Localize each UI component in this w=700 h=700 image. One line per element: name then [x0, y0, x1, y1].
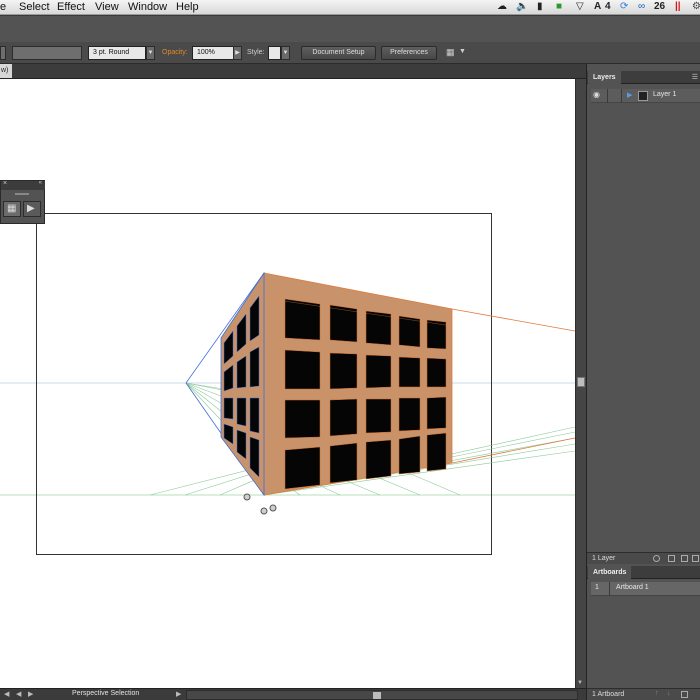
scroll-down-icon[interactable]: ▼: [577, 680, 583, 686]
style-swatch[interactable]: [268, 46, 281, 60]
control-bar: 3 pt. Round ▼ Opacity: 100% ▶ Style: ▼ D…: [0, 42, 700, 64]
next-artboard-icon[interactable]: ▶: [28, 690, 33, 698]
left-grid-widget: [243, 493, 251, 501]
layer-name[interactable]: Layer 1: [653, 91, 676, 98]
adobe-count: 4: [605, 1, 611, 12]
first-artboard-icon[interactable]: ◀: [4, 690, 9, 698]
perspective-widgets: [243, 493, 277, 515]
battery-icon[interactable]: ▮: [537, 1, 543, 12]
stroke-profile-label: 3 pt. Round: [93, 49, 130, 56]
document-tab-bar: w): [0, 64, 586, 79]
origin-widget: [260, 507, 268, 515]
column-divider: [607, 89, 608, 103]
menu-select[interactable]: Select: [19, 1, 50, 13]
adobe-icon[interactable]: A: [594, 1, 601, 12]
move-up-icon[interactable]: ↑: [655, 690, 659, 697]
illustrator-window: e Select Effect View Window Help ☁ 🔈 ▮ ■…: [0, 0, 700, 700]
status-bar: ◀ ◀ ▶ Perspective Selection ▶: [0, 688, 586, 700]
gear-icon[interactable]: ⚙: [692, 1, 700, 12]
layers-panel: ◉ ▶ Layer 1: [587, 85, 700, 551]
artboards-tab[interactable]: Artboards: [588, 566, 632, 579]
pause-icon[interactable]: ||: [675, 1, 681, 12]
perspective-floating-panel: × « ▦ ▶: [0, 180, 45, 224]
opacity-label[interactable]: Opacity:: [162, 49, 188, 56]
expand-triangle-icon[interactable]: ▶: [627, 91, 632, 99]
artboard-name[interactable]: Artboard 1: [616, 584, 649, 591]
new-sublayer-icon[interactable]: [681, 555, 688, 562]
layers-tab-bar: Layers ☰: [587, 71, 700, 84]
locate-object-icon[interactable]: [653, 555, 660, 562]
left-face-windows: [223, 295, 260, 478]
menu-edit[interactable]: e: [0, 1, 6, 13]
perspective-grid-tool-button[interactable]: ▦: [3, 201, 21, 217]
prev-artboard-icon[interactable]: ◀: [16, 690, 21, 698]
artboards-tab-bar: Artboards: [587, 566, 700, 579]
style-label: Style:: [247, 49, 265, 56]
document-tab[interactable]: w): [0, 64, 12, 78]
right-grid-widget: [269, 504, 277, 512]
layers-footer: 1 Layer: [587, 552, 700, 564]
artboards-footer: 1 Artboard ↑ ↓: [587, 688, 700, 700]
status-menu-icon[interactable]: ▶: [176, 690, 181, 698]
panel-gap: [0, 16, 700, 42]
column-divider: [621, 89, 622, 103]
wifi-icon[interactable]: ▽: [576, 1, 584, 12]
opacity-arrow-icon[interactable]: ▶: [233, 46, 242, 60]
evernote-icon[interactable]: ■: [556, 1, 562, 12]
visibility-eye-icon[interactable]: ◉: [593, 90, 600, 99]
variable-width-field[interactable]: [12, 46, 82, 60]
column-divider: [609, 582, 610, 596]
grip-icon: [15, 193, 29, 195]
brush-definition-field[interactable]: 3 pt. Round: [88, 46, 146, 60]
stroke-weight-field[interactable]: [0, 46, 6, 60]
chevron-down-icon[interactable]: ▼: [146, 46, 155, 60]
menu-view[interactable]: View: [95, 1, 119, 13]
artboards-panel: 1 Artboard 1: [587, 580, 700, 688]
new-artboard-icon[interactable]: [681, 691, 688, 698]
perspective-selection-tool-button[interactable]: ▶: [23, 201, 41, 217]
perspective-grid-icon: ▦: [7, 203, 17, 214]
dropbox-icon[interactable]: ☁: [497, 1, 507, 12]
horizontal-scrollbar[interactable]: [186, 690, 578, 700]
cc-count: 26: [654, 1, 666, 12]
layer-row[interactable]: ◉ ▶ Layer 1: [591, 89, 700, 103]
canvas[interactable]: × « ▦ ▶: [0, 79, 575, 688]
vertical-scroll-thumb[interactable]: [577, 377, 585, 387]
artwork: [0, 213, 575, 555]
document-tab-label: w): [1, 67, 9, 74]
layer-thumbnail: [638, 91, 648, 101]
style-arrow-icon[interactable]: ▼: [281, 46, 290, 60]
menu-window[interactable]: Window: [128, 1, 167, 13]
volume-icon[interactable]: 🔈: [516, 1, 528, 12]
menu-arrow-icon[interactable]: ▼: [459, 48, 466, 55]
menu-effect[interactable]: Effect: [57, 1, 85, 13]
perspective-selection-icon: ▶: [27, 203, 35, 214]
creative-cloud-icon[interactable]: ∞: [638, 1, 645, 12]
layer-count: 1 Layer: [592, 555, 616, 562]
current-tool-status[interactable]: Perspective Selection: [72, 690, 139, 697]
panel-dock: Layers ☰ ◉ ▶ Layer 1 1 Layer Artboards 1…: [586, 64, 700, 700]
close-icon[interactable]: ×: [3, 180, 7, 187]
panel-menu-icon[interactable]: ☰: [692, 73, 698, 81]
arrange-icon[interactable]: ▦: [446, 47, 455, 58]
preferences-button[interactable]: Preferences: [381, 46, 437, 60]
move-down-icon[interactable]: ↓: [667, 690, 671, 697]
opacity-value: 100%: [197, 49, 215, 56]
collapse-icon[interactable]: «: [39, 180, 42, 186]
artboard-row[interactable]: 1 Artboard 1: [591, 582, 700, 596]
make-clipping-mask-icon[interactable]: [668, 555, 675, 562]
menu-help[interactable]: Help: [176, 1, 199, 13]
opacity-field[interactable]: 100%: [192, 46, 234, 60]
artboard-index: 1: [595, 584, 599, 591]
document-setup-button[interactable]: Document Setup: [301, 46, 376, 60]
horizontal-scroll-thumb[interactable]: [373, 692, 381, 699]
sync-icon[interactable]: ⟳: [620, 1, 628, 12]
delete-icon[interactable]: [692, 555, 699, 562]
right-grid: [451, 308, 575, 464]
vertical-scrollbar[interactable]: ▼: [575, 79, 586, 688]
menu-bar: e Select Effect View Window Help ☁ 🔈 ▮ ■…: [0, 0, 700, 15]
panel-header[interactable]: × «: [1, 180, 45, 190]
artboard-count: 1 Artboard: [592, 691, 625, 698]
layers-tab[interactable]: Layers: [588, 71, 621, 84]
